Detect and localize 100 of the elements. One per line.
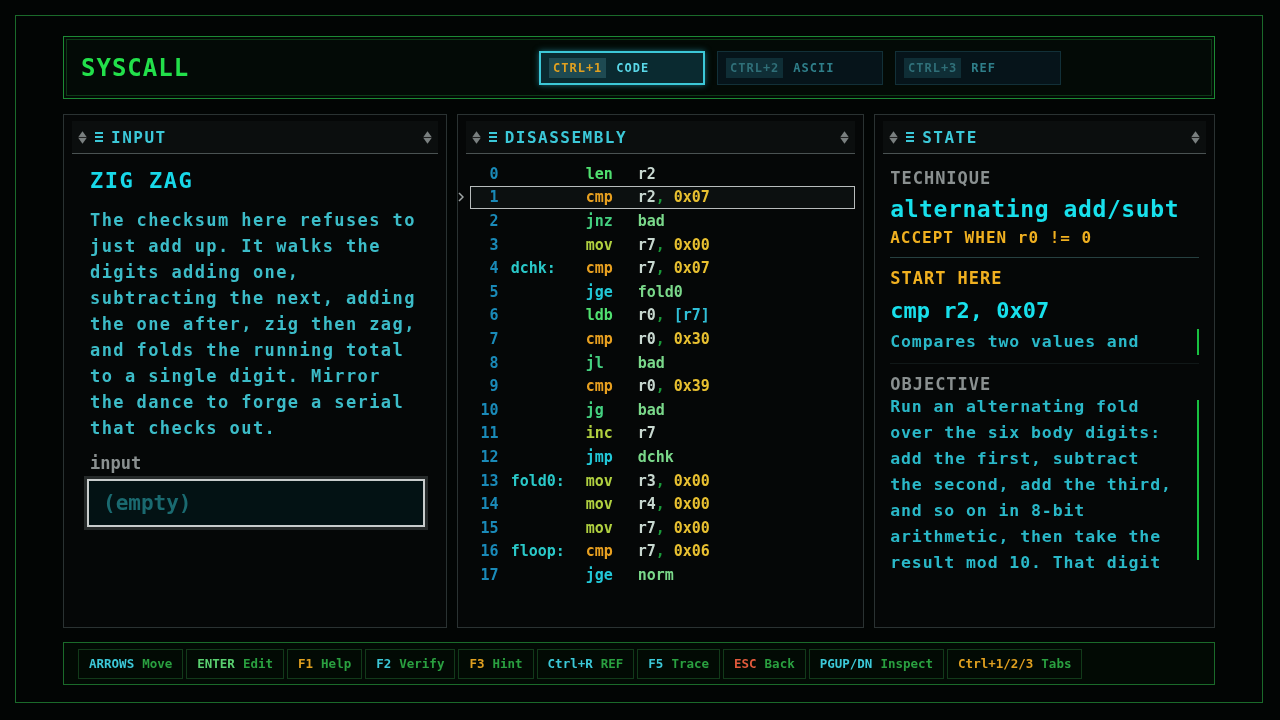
diamond-handle-icon[interactable] xyxy=(78,130,87,144)
line-number: 9 xyxy=(488,377,499,396)
shortcut-action: Edit xyxy=(242,656,273,671)
comma: , xyxy=(655,306,665,325)
shortcut-action: Move xyxy=(142,656,173,671)
operand: r3 xyxy=(637,471,656,490)
opcode: mov xyxy=(585,235,614,254)
code-line[interactable]: 15 mov r7, 0x00 xyxy=(469,515,856,540)
tab[interactable]: CTRL+1 CODE xyxy=(539,50,705,85)
cursor-caret-icon xyxy=(457,192,464,203)
accept-condition: ACCEPT WHEN r0 != 0 xyxy=(890,228,1094,247)
code-line[interactable]: 12 jmp dchk xyxy=(469,445,856,469)
comma: , xyxy=(655,329,665,348)
code-line[interactable]: 6 ldb r0, [r7] xyxy=(469,303,856,328)
opcode: mov xyxy=(585,495,614,514)
opcode: ldb xyxy=(585,306,614,325)
code-line[interactable]: 14 mov r4, 0x00 xyxy=(469,492,856,516)
diamond-handle-icon[interactable] xyxy=(889,130,899,144)
input-field[interactable]: (empty) xyxy=(87,479,425,527)
tab[interactable]: CTRL+3 REF xyxy=(895,50,1061,85)
description-text: The checksum here refuses to just add up. It walks the digits adding one, subtracting the next, adding the one after, zig then zag, and folds the running total to a single digit. Mirror the dance to forge a serial that checks out. xyxy=(90,209,417,440)
operand: 0x06 xyxy=(673,542,710,561)
tab[interactable]: CTRL+2 ASCII xyxy=(717,50,883,85)
operand: r7 xyxy=(637,518,656,537)
operand: [r7] xyxy=(673,306,710,325)
code-line[interactable]: 11 inc r7 xyxy=(469,421,856,446)
operand: r0 xyxy=(637,306,656,325)
operand: bad xyxy=(637,400,665,419)
line-number: 1 xyxy=(488,188,499,207)
code-label: dchk: xyxy=(509,259,557,278)
code-line[interactable]: 2 jnz bad xyxy=(469,209,856,233)
panel-title: INPUT xyxy=(111,127,167,147)
opcode: cmp xyxy=(585,377,614,396)
stack-icon xyxy=(95,131,103,143)
code-line[interactable]: 0 len r2 xyxy=(469,162,856,186)
operand: r0 xyxy=(637,329,656,348)
code-line[interactable]: 3 mov r7, 0x00 xyxy=(469,232,856,257)
line-number: 17 xyxy=(479,565,499,584)
shortcut-action: REF xyxy=(600,656,624,671)
technique-name: alternating add/subt xyxy=(890,196,1181,222)
comma: , xyxy=(655,495,665,514)
line-number: 12 xyxy=(479,447,499,466)
operand: 0x00 xyxy=(673,235,710,254)
code-line[interactable]: 16 floop: cmp r7, 0x06 xyxy=(469,539,856,564)
code-line[interactable]: 17 jge norm xyxy=(469,563,856,587)
line-number: 4 xyxy=(488,259,499,278)
code-line[interactable]: 8 jl bad xyxy=(469,350,856,375)
operand: bad xyxy=(637,212,665,230)
opcode: jl xyxy=(585,353,605,372)
objective-text: Run an alternating fold over the six body digits: add the first, subtract the second, add the third, and so on in 8-bit arithmetic, then take the result mod 10. That digit xyxy=(890,396,1172,574)
shortcut-key: ESC xyxy=(734,656,757,671)
line-number: 8 xyxy=(488,353,499,372)
shortcut-key: F5 xyxy=(648,656,664,671)
operand: fold0 xyxy=(637,282,683,301)
code-label: fold0: xyxy=(509,471,566,490)
shortcut-action: Back xyxy=(764,656,795,671)
diamond-handle-icon[interactable] xyxy=(471,130,481,144)
operand: 0x07 xyxy=(673,259,710,278)
operand: 0x07 xyxy=(673,188,710,207)
shortcut-action: Verify xyxy=(399,656,445,671)
opcode: cmp xyxy=(585,188,614,207)
shortcut-key: Ctrl+1/2/3 xyxy=(958,656,1034,671)
code-line[interactable]: 10 jg bad xyxy=(469,397,856,422)
shortcut-action: Hint xyxy=(492,656,523,671)
diamond-handle-icon[interactable] xyxy=(422,130,432,144)
code-label: floop: xyxy=(509,542,566,561)
operand: r4 xyxy=(637,495,656,514)
operand: r7 xyxy=(637,235,656,254)
section-label: OBJECTIVE xyxy=(890,374,993,394)
diamond-handle-icon[interactable] xyxy=(1191,130,1200,144)
comma: , xyxy=(655,188,665,207)
scrollbar xyxy=(1197,329,1199,355)
code-line[interactable]: 9 cmp r0, 0x39 xyxy=(469,374,856,398)
shortcut-key: F1 xyxy=(298,656,314,671)
code-line[interactable]: 13 fold0: mov r3, 0x00 xyxy=(469,468,856,493)
shortcut-key: F3 xyxy=(469,656,485,671)
opcode: jge xyxy=(585,282,614,301)
diamond-handle-icon[interactable] xyxy=(840,130,850,144)
line-number: 3 xyxy=(488,235,499,254)
operand: 0x00 xyxy=(673,518,710,537)
operand: r7 xyxy=(637,259,656,278)
code-line[interactable]: 7 cmp r0, 0x30 xyxy=(469,327,856,351)
opcode: mov xyxy=(585,518,614,537)
shortcut-action: Inspect xyxy=(880,656,934,671)
comma: , xyxy=(655,235,665,254)
operand: norm xyxy=(637,565,674,584)
shortcut-key: Ctrl+R xyxy=(547,656,593,671)
field-label: input xyxy=(90,453,143,473)
opcode: mov xyxy=(585,471,614,490)
comma: , xyxy=(655,377,665,396)
operand: 0x00 xyxy=(673,471,710,490)
opcode: jge xyxy=(585,565,614,584)
shortcut-key: CTRL+2 xyxy=(726,57,784,78)
shortcut-key: ARROWS xyxy=(89,656,135,671)
opcode: inc xyxy=(585,424,614,443)
code-line[interactable]: 4 dchk: cmp r7, 0x07 xyxy=(469,256,856,280)
operand: r0 xyxy=(637,377,656,396)
shortcut-key: PGUP/DN xyxy=(819,656,873,671)
shortcut-key: CTRL+1 xyxy=(549,57,607,78)
code-line[interactable]: 5 jge fold0 xyxy=(469,279,856,304)
